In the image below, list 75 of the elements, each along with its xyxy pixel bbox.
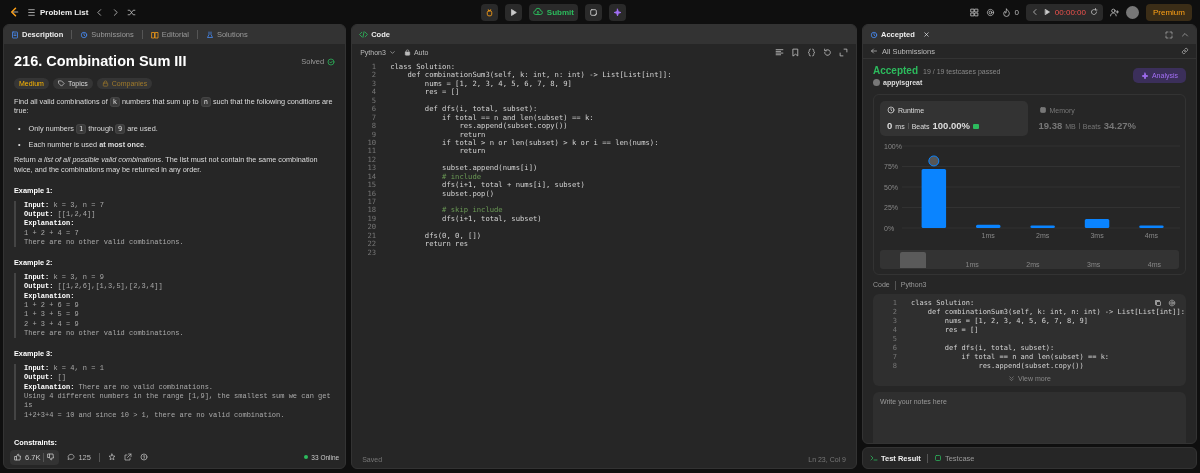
play-icon <box>1042 8 1051 16</box>
help-icon[interactable] <box>139 453 148 461</box>
caret-icon <box>388 48 396 56</box>
settings-icon[interactable] <box>1168 299 1176 307</box>
expand-icon[interactable] <box>839 47 848 57</box>
chart-bar[interactable] <box>921 168 947 228</box>
badge-icon <box>973 124 980 129</box>
comment-icon <box>67 453 76 461</box>
cloud-upload-icon <box>532 7 543 17</box>
add-user-icon[interactable] <box>1109 7 1119 17</box>
submit-button[interactable]: Submit <box>528 3 578 21</box>
bug-icon <box>484 7 494 17</box>
arrow-left-icon <box>870 47 878 55</box>
tag-icon <box>57 79 65 87</box>
lock-icon <box>101 79 109 87</box>
chart-bar[interactable] <box>976 224 1001 228</box>
fullscreen-icon[interactable] <box>1165 30 1173 39</box>
document-icon <box>11 30 19 39</box>
chart-bar[interactable] <box>1030 225 1055 228</box>
flask-icon <box>205 30 214 39</box>
run-button[interactable] <box>504 3 522 21</box>
notes-button[interactable] <box>584 3 602 21</box>
chart-bar[interactable] <box>1084 219 1110 228</box>
layout-grid-icon[interactable] <box>970 7 980 17</box>
star-icon[interactable] <box>107 453 116 461</box>
reset-icon <box>1089 8 1098 16</box>
bookmark-icon[interactable] <box>791 47 800 57</box>
check-circle-icon <box>327 57 336 66</box>
problem-list-link[interactable]: Problem List <box>27 7 89 17</box>
thumbs-up-icon <box>14 453 22 461</box>
list-icon <box>27 7 36 17</box>
terminal-icon <box>870 454 878 462</box>
link-icon[interactable] <box>1181 47 1189 55</box>
avatar-icon <box>873 79 880 86</box>
streak-count: 0 <box>1014 7 1019 17</box>
chevron-right-icon[interactable] <box>111 7 121 17</box>
avatar-icon[interactable] <box>1125 5 1139 19</box>
braces-icon[interactable] <box>807 47 816 57</box>
lock-icon <box>403 48 411 56</box>
history-icon <box>870 30 878 39</box>
premium-button[interactable]: Premium <box>1145 3 1192 21</box>
problem-title: 216. Combination Sum III <box>14 52 187 71</box>
avatar-icon <box>928 155 940 167</box>
chevron-left-icon <box>1030 8 1039 16</box>
checkbox-icon <box>933 454 942 462</box>
flame-icon <box>1002 7 1012 17</box>
shuffle-icon[interactable] <box>127 7 137 17</box>
beats-value: 100.00% <box>932 120 971 131</box>
play-icon <box>508 7 518 17</box>
debug-button[interactable] <box>480 3 498 21</box>
settings-icon[interactable] <box>986 7 996 17</box>
format-icon[interactable] <box>775 47 784 57</box>
ai-button[interactable] <box>608 3 626 21</box>
stat-value: 19.38 <box>1038 120 1063 131</box>
chart-bar[interactable] <box>1139 225 1164 228</box>
history-icon <box>80 30 89 39</box>
sparkle-icon <box>612 7 622 17</box>
code-icon <box>359 30 369 39</box>
timer-value: 00:00:00 <box>1054 7 1086 17</box>
clock-icon <box>887 106 895 114</box>
online-dot-icon <box>304 455 309 459</box>
undo-icon[interactable] <box>823 47 832 57</box>
chip-icon <box>1038 106 1047 114</box>
chevrons-down-icon <box>1008 375 1015 382</box>
logo-icon <box>8 6 20 18</box>
close-icon[interactable] <box>922 31 930 38</box>
share-icon[interactable] <box>123 453 132 461</box>
stat-value: 0 <box>887 120 893 131</box>
sparkle-icon <box>1140 71 1149 80</box>
book-icon <box>150 30 159 39</box>
thumbs-down-icon <box>47 453 56 461</box>
result-status: Accepted <box>873 65 918 76</box>
copy-icon[interactable] <box>1154 299 1162 307</box>
timer[interactable]: 00:00:00 <box>1025 3 1103 21</box>
beats-value: 34.27% <box>1103 120 1136 131</box>
